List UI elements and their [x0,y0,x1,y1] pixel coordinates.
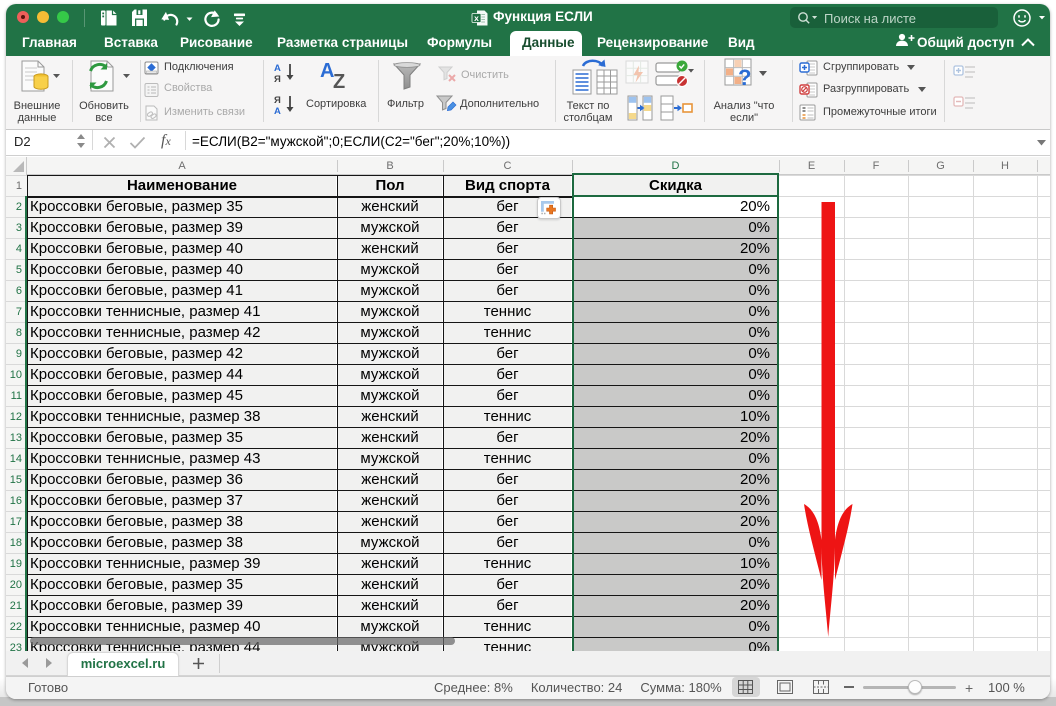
svg-text:?: ? [738,65,751,90]
svg-text:А: А [274,63,281,74]
svg-text:Я: Я [274,95,281,106]
svg-text:Z: Z [333,71,345,93]
svg-text:А: А [274,106,281,117]
svg-text:x: x [474,13,479,23]
svg-text:Я: Я [274,74,281,85]
